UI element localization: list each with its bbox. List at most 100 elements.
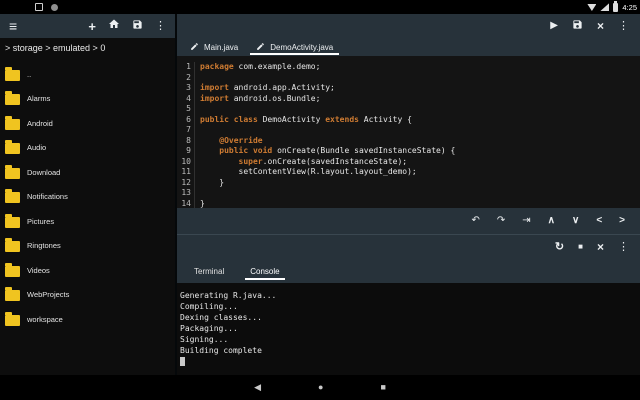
line-number: 7 [177,125,195,136]
code-area[interactable]: 1package com.example.demo;23import andro… [177,56,640,208]
notification-app-icon [35,3,43,11]
line-number: 10 [177,157,195,168]
file-item[interactable]: Ringtones [0,234,175,259]
code-text: @Override [195,136,263,147]
line-number: 3 [177,83,195,94]
nav-home-icon[interactable]: ● [318,383,323,392]
folder-icon [5,168,20,179]
line-number: 12 [177,178,195,189]
file-item[interactable]: WebProjects [0,283,175,308]
code-text [195,104,200,115]
refresh-icon[interactable]: ↻ [555,242,564,253]
chevron-left-icon[interactable]: < [596,216,602,226]
overflow-menu-icon[interactable]: ⋮ [618,21,629,32]
console-tabbar: Terminal Console [177,259,640,283]
code-text: } [195,178,224,189]
nav-recents-icon[interactable]: ■ [380,383,385,392]
code-line: 4import android.os.Bundle; [177,94,640,105]
nav-back-icon[interactable]: ◀ [254,383,261,392]
overflow-menu-icon[interactable]: ⋮ [618,242,629,253]
app-screen: 4:25 ≡ + ⋮ > storage > emulated > 0 .. Al… [0,0,640,400]
file-item[interactable]: Videos [0,258,175,283]
line-number: 11 [177,167,195,178]
folder-icon [5,143,20,154]
edit-icon [256,42,265,53]
folder-icon [5,241,20,252]
file-item-label: .. [27,70,31,79]
code-text: } [195,199,205,209]
console-toolbar: ↻ ■ × ⋮ [177,235,640,259]
line-number: 6 [177,115,195,126]
tab-terminal[interactable]: Terminal [189,262,229,281]
file-list: .. Alarms Android Audio Download Notification… [0,58,175,332]
code-text [195,188,200,199]
chevron-up-icon[interactable]: ∧ [548,216,555,226]
android-nav-bar: ◀ ● ■ [0,375,640,400]
redo-icon[interactable]: ↷ [497,216,505,226]
console-lines: Generating R.java...Compiling...Dexing c… [180,290,640,356]
code-text: package com.example.demo; [195,62,320,73]
status-clock: 4:25 [622,3,637,12]
file-item-label: Android [27,119,53,128]
file-item[interactable]: Alarms [0,87,175,112]
menu-icon[interactable]: ≡ [9,19,17,33]
status-notification-icons [35,3,58,11]
code-line: 11 setContentView(R.layout.layout_demo); [177,167,640,178]
undo-icon[interactable]: ↶ [471,216,479,226]
chevron-down-icon[interactable]: ∨ [572,216,579,226]
file-item-label: Audio [27,143,46,152]
file-item[interactable]: Download [0,160,175,185]
overflow-menu-icon[interactable]: ⋮ [155,21,166,32]
file-item[interactable]: Audio [0,136,175,161]
code-line: 2 [177,73,640,84]
console-line: Packaging... [180,323,640,334]
file-item[interactable]: Pictures [0,209,175,234]
code-text [195,73,200,84]
line-number: 4 [177,94,195,105]
tab-main-java[interactable]: Main.java [181,38,247,56]
battery-icon [613,3,618,12]
code-line: 13 [177,188,640,199]
folder-icon [5,266,20,277]
breadcrumb[interactable]: > storage > emulated > 0 [0,38,175,58]
console-line: Building complete [180,345,640,356]
tab-label: DemoActivity.java [270,43,333,52]
file-item[interactable]: Android [0,111,175,136]
save-icon[interactable] [572,17,583,35]
code-line: 10 super.onCreate(savedInstanceState); [177,157,640,168]
console-cursor [180,357,185,366]
code-line: 7 [177,125,640,136]
file-item[interactable]: Notifications [0,185,175,210]
close-icon[interactable]: × [597,241,604,253]
file-browser-actions: + ⋮ [88,17,166,35]
cell-signal-icon [600,3,609,11]
console-output: Generating R.java...Compiling...Dexing c… [177,283,640,375]
home-icon[interactable] [108,17,120,35]
file-item[interactable]: .. [0,62,175,87]
code-text: setContentView(R.layout.layout_demo); [195,167,417,178]
line-number: 8 [177,136,195,147]
code-line: 12 } [177,178,640,189]
folder-icon [5,217,20,228]
file-item-label: WebProjects [27,290,69,299]
notification-dot-icon [51,4,58,11]
line-number: 9 [177,146,195,157]
file-browser-panel: ≡ + ⋮ > storage > emulated > 0 .. Alarms A… [0,14,175,375]
close-icon[interactable]: × [597,20,604,32]
stop-icon[interactable]: ■ [578,243,583,251]
save-icon[interactable] [132,17,143,35]
tab-demoactivity-java[interactable]: DemoActivity.java [247,38,342,56]
file-item[interactable]: workspace [0,307,175,332]
file-item-label: Notifications [27,192,68,201]
new-file-icon[interactable]: + [88,20,96,33]
chevron-right-icon[interactable]: > [619,216,625,226]
code-text [195,125,200,136]
line-number: 1 [177,62,195,73]
tab-console[interactable]: Console [245,262,284,281]
code-text: public class DemoActivity extends Activi… [195,115,412,126]
tab-key-icon[interactable]: ⇥ [522,216,530,226]
run-icon[interactable]: ▶ [550,21,558,31]
code-line: 5 [177,104,640,115]
file-item-label: Videos [27,266,50,275]
file-browser-toolbar: ≡ + ⋮ [0,14,175,38]
